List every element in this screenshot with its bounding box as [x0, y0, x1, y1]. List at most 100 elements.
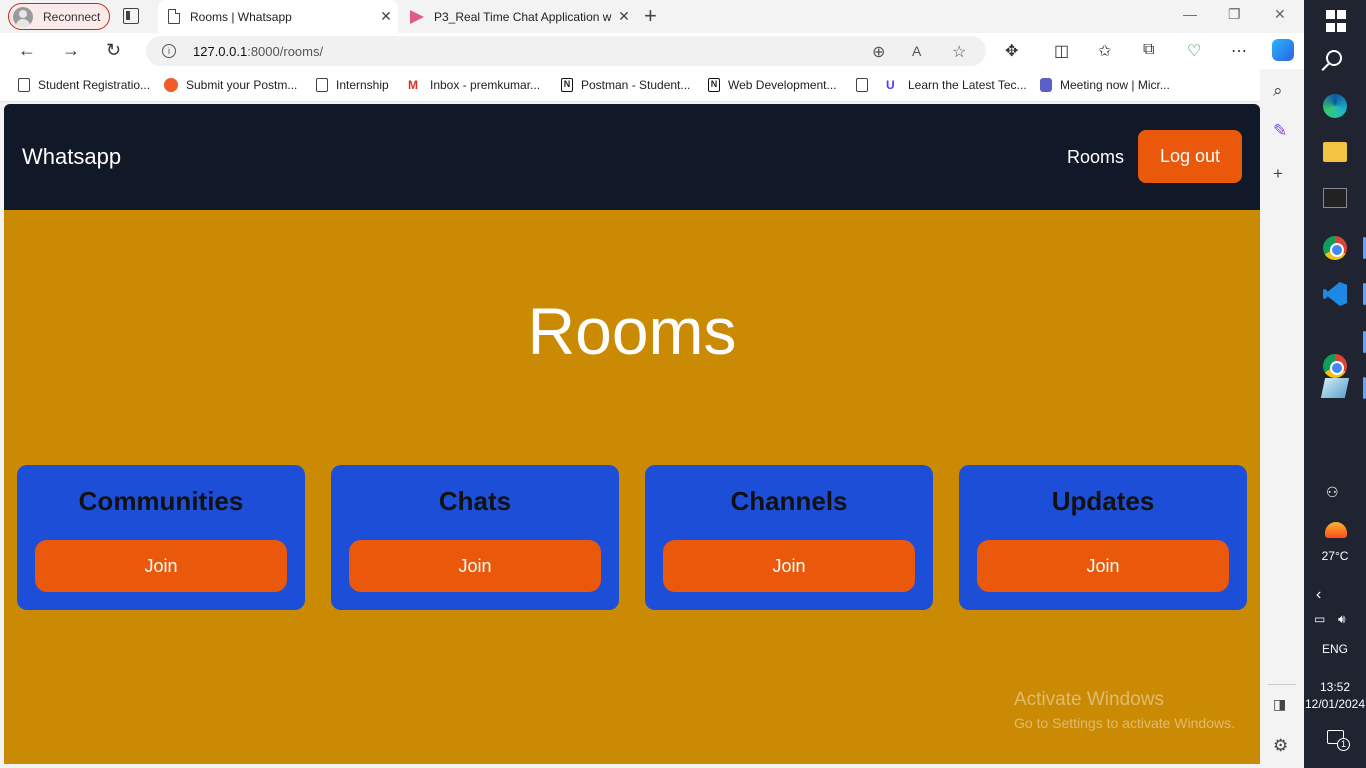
split-screen-icon[interactable]: ◫: [1054, 41, 1069, 61]
activation-watermark-title: Activate Windows: [1014, 689, 1164, 710]
collections-icon[interactable]: ⧉: [1143, 41, 1154, 59]
zoom-icon[interactable]: ⊕: [872, 42, 885, 62]
notion-icon: N: [708, 78, 720, 92]
room-title: Updates: [1051, 486, 1155, 516]
new-tab-icon[interactable]: +: [644, 4, 657, 28]
favorites-icon[interactable]: ✩: [1098, 41, 1111, 61]
bookmark-item[interactable]: Submit your Postm...: [164, 78, 297, 92]
close-icon[interactable]: ✕: [374, 8, 398, 25]
clock-date[interactable]: 12/01/2024: [1304, 697, 1366, 711]
udemy-icon: U: [886, 78, 895, 92]
logout-button[interactable]: Log out: [1138, 130, 1242, 183]
bookmarks-bar: Student Registratio... Submit your Postm…: [0, 69, 1304, 102]
brand-logo[interactable]: Whatsapp: [22, 144, 121, 170]
file-explorer-icon[interactable]: [1323, 142, 1347, 162]
tab-rooms-whatsapp[interactable]: Rooms | Whatsapp ✕: [158, 0, 398, 33]
page-viewport: Whatsapp Rooms Log out Rooms Communities…: [4, 104, 1260, 764]
hide-sidebar-icon[interactable]: ◨: [1273, 696, 1286, 713]
notification-count-badge: 1: [1337, 738, 1350, 751]
postman-icon: [164, 78, 178, 92]
room-title: Communities: [78, 486, 244, 516]
page-icon: [316, 78, 328, 92]
bookmark-item[interactable]: N Postman - Student...: [561, 78, 690, 92]
vscode-icon[interactable]: [1323, 282, 1347, 306]
language-indicator[interactable]: ENG: [1304, 642, 1366, 656]
tab-actions-icon[interactable]: [123, 8, 139, 24]
close-window-icon[interactable]: ✕: [1274, 6, 1286, 23]
profile-button[interactable]: Reconnect: [8, 3, 110, 30]
video-icon: [410, 9, 424, 24]
bookmark-item[interactable]: [856, 78, 876, 92]
weather-icon[interactable]: [1325, 522, 1347, 538]
join-button[interactable]: Join: [349, 540, 601, 592]
address-bar-row: ← → ↻ i 127.0.0.1:8000/rooms/ ⊕ A ☆ ✥ ◫ …: [0, 33, 1304, 69]
app-icon[interactable]: [1320, 378, 1350, 398]
page-title: Rooms: [527, 294, 737, 368]
app-header: Whatsapp Rooms Log out: [4, 104, 1260, 210]
edge-icon[interactable]: [1323, 94, 1347, 118]
tools-icon[interactable]: ✎: [1273, 121, 1287, 141]
bookmark-item[interactable]: Student Registratio...: [18, 78, 150, 92]
page-icon: [18, 78, 30, 92]
room-card-updates: Updates Join: [959, 465, 1247, 610]
bookmark-item[interactable]: U Learn the Latest Tec...: [886, 78, 1027, 92]
room-title: Channels: [730, 486, 848, 516]
tab-p3-chat-application[interactable]: P3_Real Time Chat Application w ✕: [400, 0, 636, 33]
room-card-communities: Communities Join: [17, 465, 305, 610]
copilot-icon[interactable]: [1272, 39, 1294, 61]
search-icon[interactable]: ⌕: [1273, 81, 1283, 101]
url-text: 127.0.0.1:8000/rooms/: [193, 44, 324, 59]
windows-taskbar: ⚇ 27°C ‹ ▭ 🔊︎ ENG 13:52 12/01/2024 1: [1304, 0, 1366, 768]
volume-icon[interactable]: 🔊︎: [1338, 612, 1346, 627]
page-icon: [168, 9, 180, 24]
terminal-icon[interactable]: [1323, 188, 1347, 208]
bookmark-item[interactable]: M Inbox - premkumar...: [408, 78, 540, 92]
room-card-channels: Channels Join: [645, 465, 933, 610]
tab-bar: Reconnect Rooms | Whatsapp ✕ P3_Real Tim…: [0, 0, 1304, 33]
forward-icon[interactable]: →: [62, 40, 80, 60]
windows-start-icon[interactable]: [1326, 10, 1350, 34]
gmail-icon: M: [408, 78, 418, 92]
chrome-icon[interactable]: [1323, 354, 1347, 378]
avatar-icon: [13, 6, 33, 27]
battery-icon[interactable]: ▭: [1314, 612, 1325, 626]
bookmark-item[interactable]: Internship: [316, 78, 389, 92]
chevron-left-icon[interactable]: ‹: [1316, 586, 1321, 604]
page-icon: [856, 78, 868, 92]
people-icon[interactable]: ⚇: [1326, 484, 1339, 501]
teams-icon: [1040, 78, 1052, 92]
tab-title: Rooms | Whatsapp: [190, 9, 292, 24]
extensions-icon[interactable]: ✥: [1005, 41, 1018, 61]
sidebar-divider: [1268, 684, 1296, 685]
nav-link-rooms[interactable]: Rooms: [1067, 147, 1124, 168]
activation-watermark-subtitle: Go to Settings to activate Windows.: [1014, 715, 1235, 731]
chrome-icon[interactable]: [1323, 236, 1347, 260]
close-icon[interactable]: ✕: [612, 8, 636, 25]
info-icon[interactable]: i: [162, 44, 176, 58]
browser-sidebar: ⌕ ✎ + ◨ ⚙: [1260, 69, 1304, 768]
favorite-star-icon[interactable]: ☆: [952, 42, 966, 62]
join-button[interactable]: Join: [977, 540, 1229, 592]
minimize-icon[interactable]: —: [1183, 6, 1197, 22]
tab-title: P3_Real Time Chat Application w: [434, 9, 612, 24]
url-input[interactable]: i 127.0.0.1:8000/rooms/ ⊕ A ☆: [146, 36, 986, 66]
join-button[interactable]: Join: [35, 540, 287, 592]
weather-temperature[interactable]: 27°C: [1304, 549, 1366, 563]
join-button[interactable]: Join: [663, 540, 915, 592]
more-menu-icon[interactable]: ⋯: [1231, 41, 1247, 61]
clock-time[interactable]: 13:52: [1304, 680, 1366, 694]
room-title: Chats: [438, 486, 512, 516]
bookmark-item[interactable]: Meeting now | Micr...: [1040, 78, 1170, 92]
search-icon[interactable]: [1326, 50, 1350, 74]
bookmark-item[interactable]: N Web Development...: [708, 78, 837, 92]
add-icon[interactable]: +: [1273, 164, 1283, 184]
refresh-icon[interactable]: ↻: [106, 40, 121, 60]
profile-label: Reconnect: [43, 9, 101, 24]
restore-icon[interactable]: ❐: [1228, 6, 1241, 23]
back-icon[interactable]: ←: [18, 40, 36, 60]
room-card-chats: Chats Join: [331, 465, 619, 610]
settings-gear-icon[interactable]: ⚙: [1273, 736, 1288, 756]
read-aloud-icon[interactable]: A: [912, 43, 921, 59]
notion-icon: N: [561, 78, 573, 92]
browser-essentials-icon[interactable]: ♡: [1187, 41, 1201, 61]
